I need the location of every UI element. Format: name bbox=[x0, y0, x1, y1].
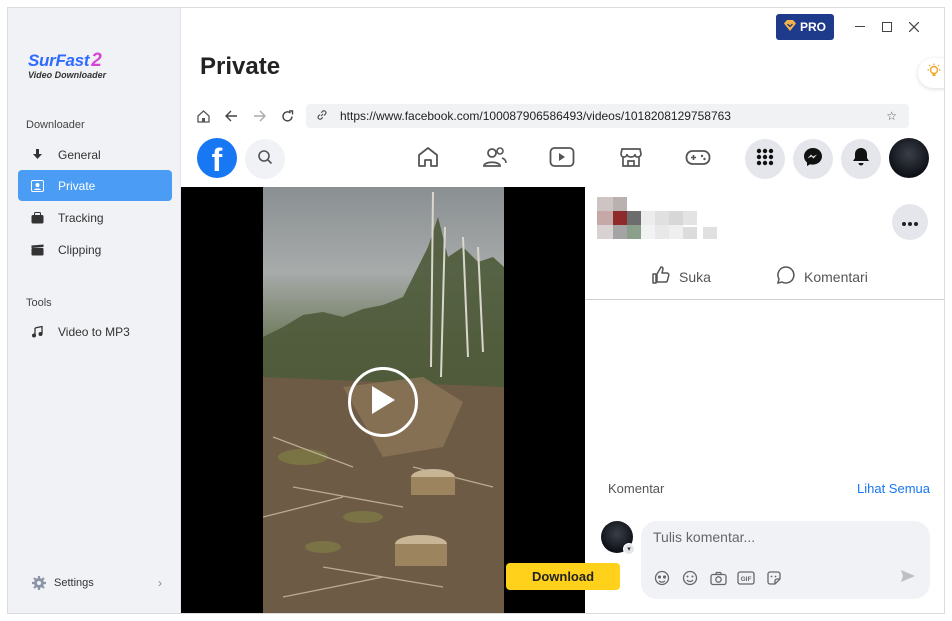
fb-home-nav[interactable] bbox=[414, 145, 442, 173]
sticker-icon[interactable] bbox=[765, 569, 783, 587]
comment-input-box[interactable]: Tulis komentar... GIF bbox=[641, 521, 930, 599]
emoji-icon[interactable] bbox=[681, 569, 699, 587]
comment-label: Komentari bbox=[804, 268, 868, 285]
search-icon bbox=[257, 149, 273, 170]
facebook-search-button[interactable] bbox=[245, 139, 285, 179]
sidebar-item-label: Tracking bbox=[58, 210, 104, 225]
more-dots-icon bbox=[902, 213, 918, 231]
sidebar-item-label: General bbox=[58, 147, 101, 162]
video-player[interactable] bbox=[181, 187, 585, 613]
comment-tools: GIF bbox=[653, 569, 783, 587]
section-title-downloader: Downloader bbox=[26, 119, 85, 131]
maximize-button[interactable] bbox=[878, 18, 896, 36]
comment-button[interactable]: Komentari bbox=[776, 265, 868, 288]
fb-messenger-button[interactable] bbox=[793, 139, 833, 179]
link-icon bbox=[316, 109, 328, 124]
svg-text:GIF: GIF bbox=[741, 576, 752, 583]
fb-friends-nav[interactable] bbox=[481, 145, 509, 173]
gif-icon[interactable]: GIF bbox=[737, 569, 755, 587]
minimize-button[interactable] bbox=[851, 18, 869, 36]
page-title: Private bbox=[200, 53, 281, 80]
avatar-sticker-icon[interactable] bbox=[653, 569, 671, 587]
music-note-icon bbox=[30, 325, 44, 339]
play-button[interactable] bbox=[348, 367, 418, 437]
chevron-down-icon[interactable]: ▾ bbox=[623, 543, 635, 555]
friends-icon bbox=[482, 145, 508, 174]
section-title-tools: Tools bbox=[26, 297, 52, 309]
lightbulb-icon bbox=[926, 63, 942, 84]
forward-arrow-icon[interactable] bbox=[245, 104, 273, 128]
sidebar-item-private[interactable]: Private bbox=[18, 170, 172, 201]
comment-input[interactable]: Tulis komentar... bbox=[653, 529, 755, 545]
post-actions: Suka Komentari bbox=[585, 257, 944, 300]
sidebar-item-clipping[interactable]: Clipping bbox=[18, 234, 172, 265]
bell-icon bbox=[852, 147, 870, 172]
download-arrow-icon bbox=[30, 148, 44, 162]
comments-header: Komentar bbox=[608, 481, 665, 496]
app-logo: SurFast 2 Video Downloader bbox=[28, 50, 107, 80]
bookmark-star-icon[interactable]: ☆ bbox=[886, 109, 897, 123]
more-options-button[interactable] bbox=[892, 204, 928, 240]
send-icon[interactable] bbox=[900, 569, 916, 588]
url-text: https://www.facebook.com/100087906586493… bbox=[340, 109, 731, 123]
close-button[interactable] bbox=[905, 18, 923, 36]
comment-bubble-icon bbox=[776, 265, 796, 288]
sidebar-item-label: Private bbox=[58, 178, 96, 193]
messenger-icon bbox=[803, 147, 823, 172]
download-button[interactable]: Download bbox=[506, 563, 620, 590]
chevron-right-icon: › bbox=[158, 576, 162, 590]
facebook-header: f bbox=[181, 133, 944, 187]
see-all-comments-link[interactable]: Lihat Semua bbox=[857, 481, 930, 496]
sidebar-item-video-to-mp3[interactable]: Video to MP3 bbox=[18, 316, 172, 347]
tracking-icon bbox=[30, 211, 44, 225]
back-arrow-icon[interactable] bbox=[217, 104, 245, 128]
sidebar-item-general[interactable]: General bbox=[18, 139, 172, 170]
thumbs-up-icon bbox=[651, 265, 671, 288]
home-icon[interactable] bbox=[189, 104, 217, 128]
blurred-author-name bbox=[597, 197, 717, 243]
sidebar: SurFast 2 Video Downloader Downloader Gen… bbox=[8, 8, 181, 613]
camera-icon[interactable] bbox=[709, 569, 727, 587]
facebook-page: f Suka Komentari Komentar Lihat Semua ▾ … bbox=[181, 133, 944, 613]
pro-label: PRO bbox=[799, 20, 826, 34]
like-button[interactable]: Suka bbox=[651, 265, 711, 288]
sidebar-item-tracking[interactable]: Tracking bbox=[18, 202, 172, 233]
fb-marketplace-nav[interactable] bbox=[617, 145, 645, 173]
main-area: Private PRO https://www.facebook.com/100… bbox=[181, 8, 944, 613]
sidebar-item-label: Video to MP3 bbox=[58, 324, 130, 339]
fb-notifications-button[interactable] bbox=[841, 139, 881, 179]
url-bar[interactable]: https://www.facebook.com/100087906586493… bbox=[306, 104, 909, 128]
gamepad-icon bbox=[685, 147, 711, 172]
play-icon bbox=[370, 385, 396, 420]
post-side-panel: Suka Komentari Komentar Lihat Semua ▾ Tu… bbox=[585, 187, 944, 613]
private-id-icon bbox=[30, 179, 44, 193]
grid-menu-icon bbox=[756, 148, 774, 171]
settings-label: Settings bbox=[54, 577, 94, 589]
shop-icon bbox=[619, 145, 643, 174]
fb-profile-avatar[interactable] bbox=[889, 138, 929, 178]
reload-icon[interactable] bbox=[273, 104, 301, 128]
clapperboard-icon bbox=[30, 243, 44, 257]
app-window: SurFast 2 Video Downloader Downloader Gen… bbox=[7, 7, 945, 614]
like-label: Suka bbox=[679, 268, 711, 285]
diamond-icon bbox=[783, 20, 796, 34]
gear-icon bbox=[32, 576, 46, 590]
fb-gaming-nav[interactable] bbox=[684, 145, 712, 173]
settings-button[interactable]: Settings › bbox=[32, 576, 162, 590]
home-icon bbox=[416, 145, 440, 174]
facebook-logo[interactable]: f bbox=[197, 138, 237, 178]
browser-toolbar: https://www.facebook.com/100087906586493… bbox=[189, 104, 909, 128]
pro-upgrade-button[interactable]: PRO bbox=[776, 14, 834, 40]
theme-toggle-button[interactable] bbox=[918, 58, 944, 88]
video-play-icon bbox=[549, 146, 575, 173]
fb-watch-nav[interactable] bbox=[548, 145, 576, 173]
fb-menu-button[interactable] bbox=[745, 139, 785, 179]
sidebar-item-label: Clipping bbox=[58, 242, 102, 257]
